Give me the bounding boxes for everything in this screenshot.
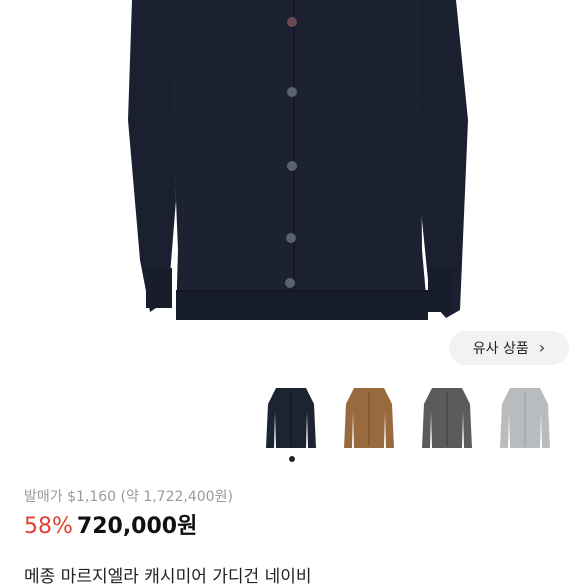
thumbnail-navy[interactable]: [262, 382, 320, 454]
similar-products-button[interactable]: 유사 상품 ›: [449, 331, 569, 365]
price-row: 58% 720,000원: [24, 508, 197, 540]
chevron-right-icon: ›: [538, 338, 546, 357]
cardigan-image: [128, 0, 468, 320]
similar-products-label: 유사 상품: [472, 341, 529, 357]
product-title: 메종 마르지엘라 캐시미어 가디건 네이비: [24, 567, 312, 587]
discount-rate: 58%: [24, 514, 73, 539]
thumbnail-strip: [262, 382, 562, 462]
thumbnail-light-grey[interactable]: [496, 382, 554, 454]
original-price: 발매가 $1,160 (약 1,722,400원): [24, 489, 233, 505]
thumbnail-camel[interactable]: [340, 382, 398, 454]
active-thumbnail-indicator: [289, 456, 295, 462]
thumbnail-charcoal[interactable]: [418, 382, 476, 454]
sale-price: 720,000원: [76, 514, 198, 539]
product-main-image: [0, 0, 585, 370]
